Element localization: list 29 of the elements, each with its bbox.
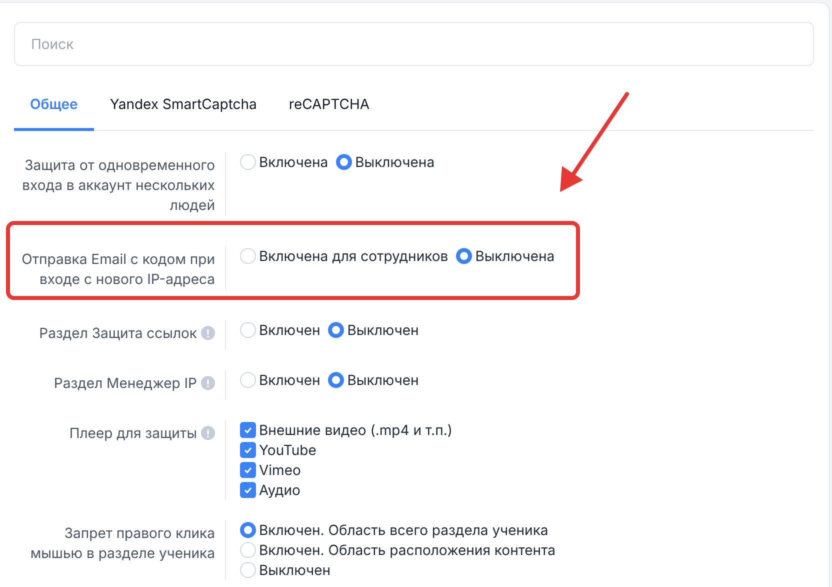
setting-label: Раздел Защита ссылок [39,324,197,344]
checkbox[interactable] [240,442,256,458]
option-label: Включена для сотрудников [259,246,448,266]
option-label: Выключена [355,152,435,172]
checkbox[interactable] [240,482,256,498]
tab[interactable]: Общее [14,80,94,131]
option-label: Включен [259,370,320,390]
option-label: Включен. Область всего раздела ученика [259,520,548,540]
checkbox[interactable] [240,462,256,478]
option-label: Выключен [347,320,419,340]
search-field[interactable]: Поиск [14,22,814,66]
option-label: Включен [259,320,320,340]
setting-label: Защита от одновременного входа в аккаунт нескольких людей [21,156,215,216]
option-label: Внешние видео (.mp4 и т.п.) [259,420,452,440]
option-label: YouTube [259,440,316,460]
setting-label: Запрет правого клика мышью в разделе ученика [29,524,215,564]
option-label: Выключен [259,560,331,580]
option-label: Vimeo [259,460,301,480]
option-label: Включена [259,152,328,172]
checkbox[interactable] [240,422,256,438]
setting-label: Отправка Email с кодом при входе с нового IP-адреса [20,250,215,290]
tab[interactable]: Yandex SmartCaptcha [94,80,273,131]
setting-label: Плеер для защиты [69,424,197,444]
option-label: Аудио [259,480,300,500]
setting-label: Раздел Менеджер IP [54,374,197,394]
option-label: Выключен [347,370,419,390]
option-label: Включен. Область расположения контента [259,540,556,560]
tab[interactable]: reCAPTCHA [272,80,386,131]
option-label: Выключена [475,246,555,266]
